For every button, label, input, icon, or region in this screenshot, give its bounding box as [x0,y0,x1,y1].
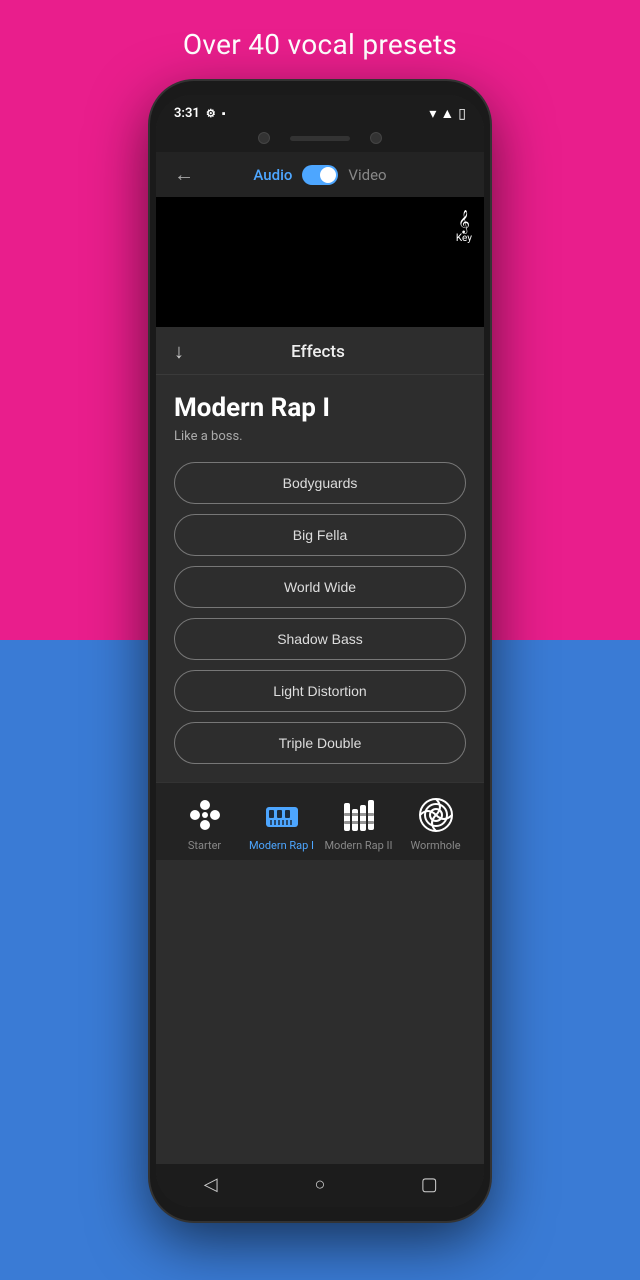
phone-frame: 3:31 ⚙ ▪ ▾ ▲ ▯ ← Audio [150,81,490,1221]
speaker-bar [290,136,350,141]
android-nav-bar: ◁ ○ ▢ [156,1164,484,1207]
status-bar: 3:31 ⚙ ▪ ▾ ▲ ▯ [156,95,484,128]
tab-wormhole-label: Wormhole [410,839,460,852]
tab-modern-rap-2[interactable]: Modern Rap II [324,795,394,852]
preset-name: Modern Rap I [174,393,466,423]
tab-modern-rap-2-label: Modern Rap II [324,839,392,852]
video-preview-area: 𝄞 Key [156,197,484,327]
modern-rap-2-icon [339,795,379,835]
key-label: Key [456,233,472,244]
key-music-icon: 𝄞 [458,211,470,231]
phone-screen: 3:31 ⚙ ▪ ▾ ▲ ▯ ← Audio [156,95,484,1207]
collapse-icon[interactable]: ↓ [174,339,184,364]
effects-title: Effects [198,342,466,362]
toggle-audio-video[interactable] [302,165,338,185]
camera-dot-left [258,132,270,144]
effect-button-triple-double[interactable]: Triple Double [174,722,466,764]
effect-button-shadow-bass[interactable]: Shadow Bass [174,618,466,660]
wormhole-icon [416,795,456,835]
tab-video[interactable]: Video [348,166,386,184]
tab-audio[interactable]: Audio [253,166,292,184]
effect-button-bodyguards[interactable]: Bodyguards [174,462,466,504]
preset-description: Like a boss. [174,429,466,444]
effect-button-big-fella[interactable]: Big Fella [174,514,466,556]
status-right: ▾ ▲ ▯ [429,105,466,122]
status-left: 3:31 ⚙ ▪ [174,106,226,121]
tab-modern-rap-1-label: Modern Rap I [249,839,314,852]
tagline: Over 40 vocal presets [163,0,477,81]
camera-dot-right [370,132,382,144]
effects-panel[interactable]: ↓ Effects Modern Rap I Like a boss. Body… [156,327,484,1164]
wifi-icon: ▾ [429,106,436,122]
preset-category-tabs: Starter [156,782,484,860]
starter-icon [185,795,225,835]
tab-wormhole[interactable]: Wormhole [401,795,471,852]
tab-starter-label: Starter [188,839,221,852]
effect-button-light-distortion[interactable]: Light Distortion [174,670,466,712]
top-navigation: ← Audio Video [156,152,484,197]
key-button[interactable]: 𝄞 Key [456,211,472,244]
nav-back-icon[interactable]: ◁ [191,1174,231,1195]
effects-header: ↓ Effects [156,327,484,375]
settings-icon: ⚙ [206,107,216,120]
nav-recents-icon[interactable]: ▢ [409,1174,449,1195]
back-button[interactable]: ← [174,162,194,187]
audio-video-tabs: Audio Video [253,165,386,185]
effects-body: Modern Rap I Like a boss. Bodyguards Big… [156,375,484,782]
signal-icon: ▲ [440,105,454,122]
effect-button-world-wide[interactable]: World Wide [174,566,466,608]
tab-starter[interactable]: Starter [170,795,240,852]
battery-status-icon: ▪ [222,107,226,120]
phone-body: 3:31 ⚙ ▪ ▾ ▲ ▯ ← Audio [150,81,490,1221]
clock: 3:31 [174,106,200,121]
modern-rap-1-icon [262,795,302,835]
battery-icon: ▯ [458,106,466,122]
camera-notch-row [156,128,484,152]
tab-modern-rap-1[interactable]: Modern Rap I [247,795,317,852]
nav-home-icon[interactable]: ○ [300,1174,340,1195]
